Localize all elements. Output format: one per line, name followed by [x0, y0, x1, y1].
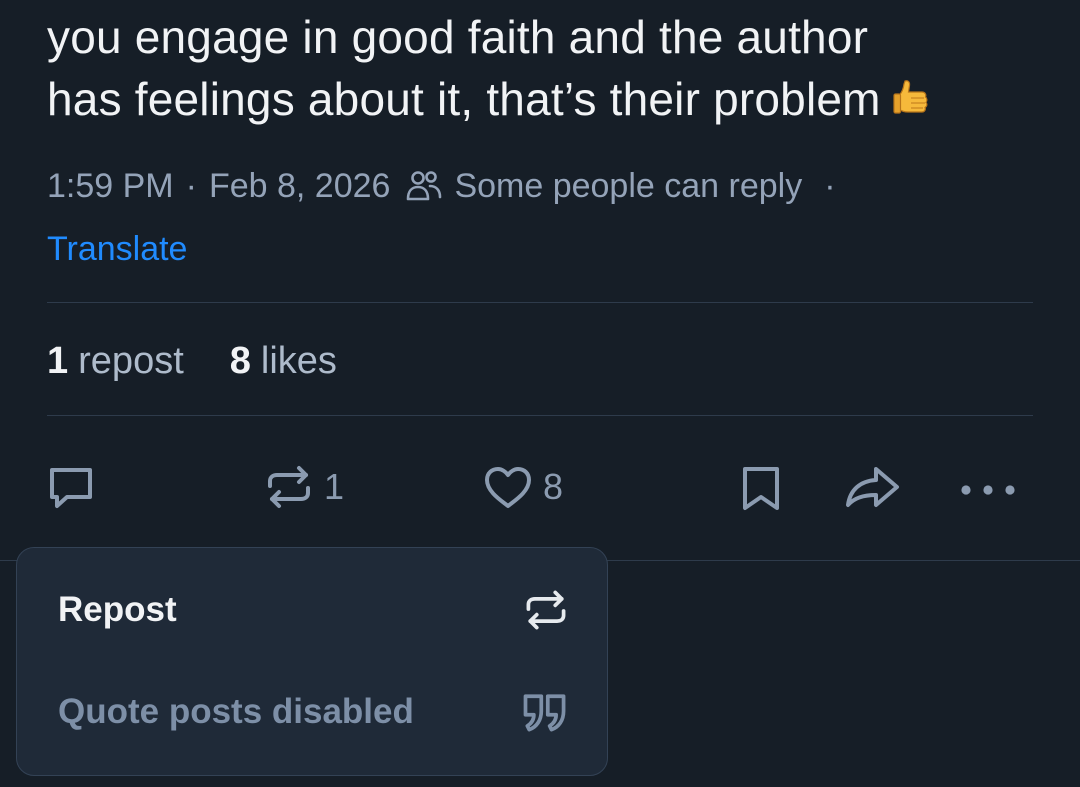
like-count: 8: [543, 466, 564, 507]
post-date: Feb 8, 2026: [208, 166, 391, 205]
repost-button[interactable]: 1: [262, 455, 344, 519]
likes-label: likes: [260, 340, 337, 382]
people-icon: [407, 171, 442, 201]
divider-bottom: [47, 415, 1033, 416]
repost-count: 1: [324, 466, 345, 507]
post-text-line-1: you engage in good faith and the author: [47, 11, 869, 63]
repost-arrows-icon: [268, 466, 310, 508]
repost-arrows-icon: [526, 590, 566, 630]
post-body: you engage in good faith and the author …: [47, 6, 1037, 130]
reply-button[interactable]: [44, 455, 98, 519]
engagement-stats: 1 repost 8 likes: [47, 337, 337, 385]
speech-bubble-icon: [50, 468, 92, 508]
repost-menu: Repost Quote posts disabled: [16, 547, 608, 776]
repost-menu-label: Repost: [58, 590, 177, 629]
quote-post-menu-item: Quote posts disabled: [17, 662, 609, 762]
reposts-label: repost: [78, 340, 184, 382]
ellipsis-icon: [961, 485, 1015, 495]
reposts-stat[interactable]: 1 repost: [47, 337, 184, 385]
likes-stat[interactable]: 8 likes: [230, 337, 337, 385]
divider-top: [47, 302, 1033, 303]
translate-link[interactable]: Translate: [47, 227, 187, 271]
post-thread-view: you engage in good faith and the author …: [0, 0, 1080, 787]
like-button[interactable]: 8: [481, 455, 563, 519]
post-text-line-2: has feelings about it, that’s their prob…: [47, 73, 881, 125]
repost-menu-item[interactable]: Repost: [17, 560, 609, 660]
reply-setting[interactable]: Some people can reply: [454, 167, 802, 206]
quote-marks-icon: [523, 694, 566, 732]
heart-icon: [485, 467, 531, 508]
meta-separator-trailing: ·: [824, 166, 836, 205]
bookmark-button[interactable]: [734, 455, 788, 519]
post-meta: 1:59 PM · Feb 8, 2026 Some people can re…: [47, 164, 836, 208]
post-text-line-2-wrapper: has feelings about it, that’s their prob…: [47, 68, 1037, 130]
more-options-button[interactable]: [956, 455, 1020, 519]
quote-menu-label: Quote posts disabled: [58, 692, 414, 731]
share-arrow-icon: [846, 467, 899, 507]
thumbs-up-emoji-icon: [893, 80, 928, 114]
bookmark-icon: [743, 467, 779, 510]
post-time: 1:59 PM: [47, 166, 174, 205]
reposts-count: 1: [47, 340, 69, 382]
likes-count: 8: [229, 340, 251, 382]
meta-separator: ·: [185, 166, 197, 205]
share-button[interactable]: [843, 455, 901, 519]
post-actions: 1 8: [0, 455, 1080, 519]
